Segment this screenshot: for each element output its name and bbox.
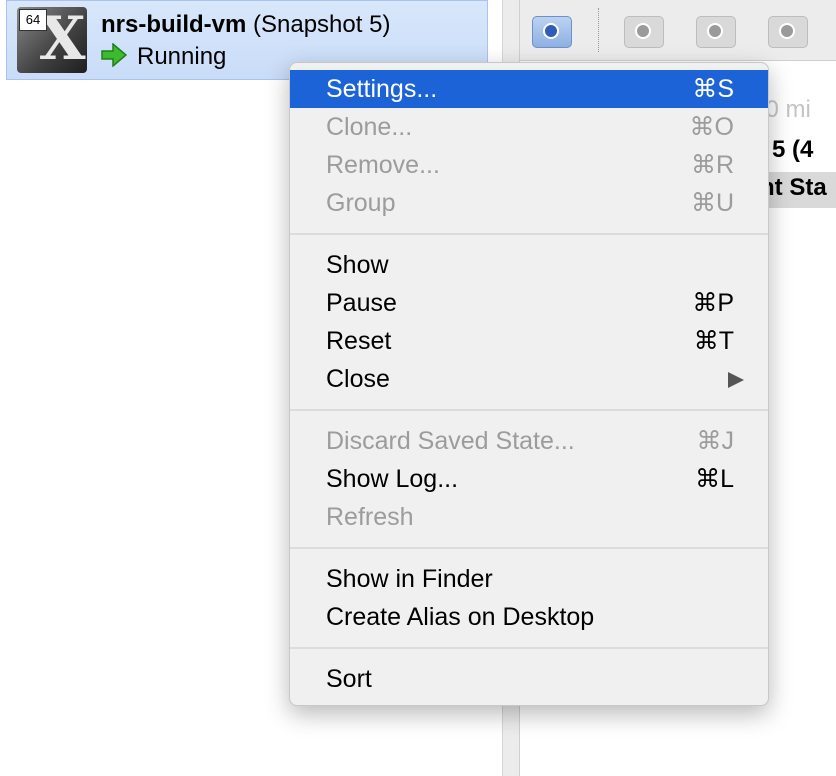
menu-item-label: Remove... <box>326 151 440 179</box>
menu-item-label: Pause <box>326 289 397 317</box>
menu-item-shortcut: ⌘L <box>695 465 734 493</box>
menu-item-label: Close <box>326 365 390 393</box>
menu-separator <box>290 636 768 660</box>
menu-item-label: Show Log... <box>326 465 459 493</box>
menu-item-shortcut: ⌘P <box>692 289 734 317</box>
menu-separator <box>290 222 768 246</box>
menu-item-remove[interactable]: Remove... ⌘R <box>290 146 768 184</box>
os-x-icon: X 64 <box>17 7 87 73</box>
vm-state-text: Running <box>137 43 227 70</box>
menu-item-show[interactable]: Show <box>290 246 768 284</box>
menu-item-label: Sort <box>326 665 372 693</box>
delete-snapshot-icon[interactable] <box>696 16 736 48</box>
menu-item-pause[interactable]: Pause ⌘P <box>290 284 768 322</box>
menu-item-label: Reset <box>326 327 392 355</box>
menu-item-refresh[interactable]: Refresh <box>290 498 768 536</box>
menu-item-shortcut: ⌘S <box>692 75 734 103</box>
menu-item-label: Show in Finder <box>326 565 493 593</box>
menu-item-close[interactable]: Close <box>290 360 768 398</box>
vm-name: nrs-build-vm (Snapshot 5) <box>101 11 390 39</box>
vm-snapshot-label: (Snapshot 5) <box>253 11 391 38</box>
menu-item-label: Discard Saved State... <box>326 427 575 455</box>
menu-item-label: Refresh <box>326 503 414 531</box>
menu-item-shortcut: ⌘J <box>696 427 735 455</box>
menu-item-label: Show <box>326 251 389 279</box>
menu-item-group[interactable]: Group ⌘U <box>290 184 768 222</box>
menu-item-shortcut: ⌘R <box>690 151 734 179</box>
menu-separator <box>290 398 768 422</box>
vm-state: Running <box>101 43 226 71</box>
menu-item-label: Group <box>326 189 396 217</box>
take-snapshot-icon[interactable] <box>532 16 572 48</box>
menu-item-show-in-finder[interactable]: Show in Finder <box>290 560 768 598</box>
menu-item-sort[interactable]: Sort <box>290 660 768 698</box>
vm-context-menu: Settings... ⌘S Clone... ⌘O Remove... ⌘R … <box>289 62 769 706</box>
snapshot-details-icon[interactable] <box>768 16 808 48</box>
menu-item-shortcut: ⌘T <box>693 327 734 355</box>
submenu-arrow-icon <box>728 372 744 388</box>
running-arrow-icon <box>101 43 127 67</box>
vm-name-text: nrs-build-vm <box>101 11 247 38</box>
snapshots-toolbar <box>520 0 836 61</box>
menu-item-label: Settings... <box>326 75 438 103</box>
menu-item-shortcut: ⌘U <box>690 189 734 217</box>
restore-snapshot-icon[interactable] <box>624 16 664 48</box>
os-64bit-badge: 64 <box>19 9 47 31</box>
menu-item-label: Create Alias on Desktop <box>326 603 595 631</box>
menu-item-discard-saved-state[interactable]: Discard Saved State... ⌘J <box>290 422 768 460</box>
menu-item-shortcut: ⌘O <box>689 113 734 141</box>
menu-item-clone[interactable]: Clone... ⌘O <box>290 108 768 146</box>
menu-item-show-log[interactable]: Show Log... ⌘L <box>290 460 768 498</box>
toolbar-separator <box>598 8 599 52</box>
menu-item-label: Clone... <box>326 113 413 141</box>
menu-item-reset[interactable]: Reset ⌘T <box>290 322 768 360</box>
menu-separator <box>290 536 768 560</box>
menu-item-settings[interactable]: Settings... ⌘S <box>290 70 768 108</box>
menu-item-create-alias[interactable]: Create Alias on Desktop <box>290 598 768 636</box>
